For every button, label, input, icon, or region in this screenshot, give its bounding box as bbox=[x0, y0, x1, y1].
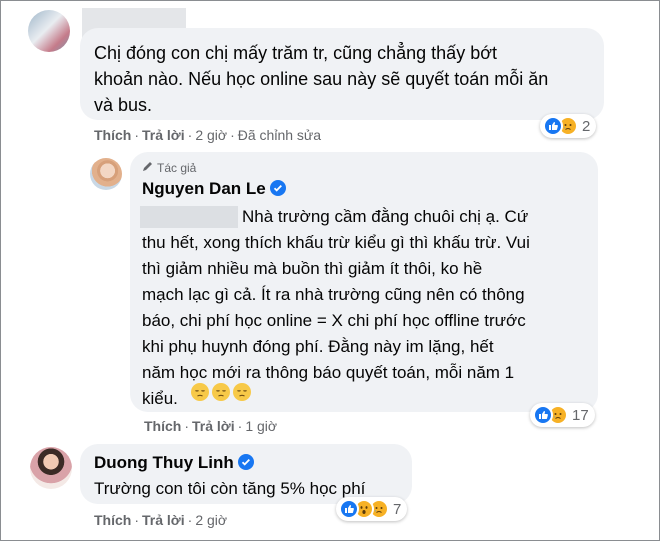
reaction-count: 7 bbox=[393, 500, 402, 518]
emoji-row bbox=[191, 383, 254, 403]
pensive-face-icon bbox=[191, 383, 209, 401]
timestamp[interactable]: 1 giờ bbox=[245, 418, 277, 434]
verified-badge-icon bbox=[237, 454, 254, 470]
redacted-mention bbox=[140, 206, 238, 228]
avatar[interactable] bbox=[28, 10, 70, 52]
reply-actions: Thích · Trả lời · 1 giờ bbox=[144, 418, 278, 434]
reaction-summary[interactable]: 2 bbox=[540, 114, 597, 138]
reply-first-line: Nhà trường cầm đằng chuôi chị ạ. Cứ bbox=[242, 207, 529, 226]
like-button[interactable]: Thích bbox=[94, 127, 131, 143]
reaction-summary[interactable]: 17 bbox=[530, 403, 595, 427]
comment-text: Trường con tôi còn tăng 5% học phí bbox=[94, 479, 366, 498]
comment-text: Chị đóng con chị mấy trăm tr, cũng chẳng… bbox=[94, 43, 549, 115]
author-name[interactable]: Nguyen Dan Le bbox=[142, 179, 266, 198]
reply-button[interactable]: Trả lời bbox=[192, 418, 235, 434]
like-button[interactable]: Thích bbox=[94, 512, 131, 528]
reply-button[interactable]: Trả lời bbox=[142, 127, 185, 143]
comment-actions: Thích · Trả lời · 2 giờ bbox=[94, 512, 228, 528]
verified-badge-icon bbox=[269, 180, 286, 196]
like-icon bbox=[543, 116, 563, 136]
timestamp[interactable]: 2 giờ bbox=[195, 512, 227, 528]
like-button[interactable]: Thích bbox=[144, 418, 181, 434]
reaction-count: 2 bbox=[582, 117, 591, 135]
reply-bubble: Tác giả Nguyen Dan Le Nhà trường cầm đằn… bbox=[130, 152, 598, 412]
reaction-count: 17 bbox=[572, 406, 589, 424]
timestamp[interactable]: 2 giờ bbox=[195, 127, 227, 143]
like-icon bbox=[533, 405, 553, 425]
edited-label: Đã chỉnh sửa bbox=[237, 127, 322, 143]
reaction-summary[interactable]: 7 bbox=[336, 497, 408, 521]
comment-bubble: Duong Thuy Linh Trường con tôi còn tăng … bbox=[80, 444, 412, 504]
pensive-face-icon bbox=[212, 383, 230, 401]
pen-icon bbox=[142, 161, 153, 175]
author-name[interactable]: Duong Thuy Linh bbox=[94, 453, 234, 472]
avatar[interactable] bbox=[30, 447, 72, 489]
like-icon bbox=[339, 499, 359, 519]
comment-bubble: Chị đóng con chị mấy trăm tr, cũng chẳng… bbox=[80, 28, 604, 120]
avatar[interactable] bbox=[90, 158, 122, 190]
comment-actions: Thích · Trả lời · 2 giờ · Đã chỉnh sửa bbox=[94, 127, 322, 143]
author-badge: Tác giả bbox=[142, 161, 196, 175]
reply-button[interactable]: Trả lời bbox=[142, 512, 185, 528]
pensive-face-icon bbox=[233, 383, 251, 401]
